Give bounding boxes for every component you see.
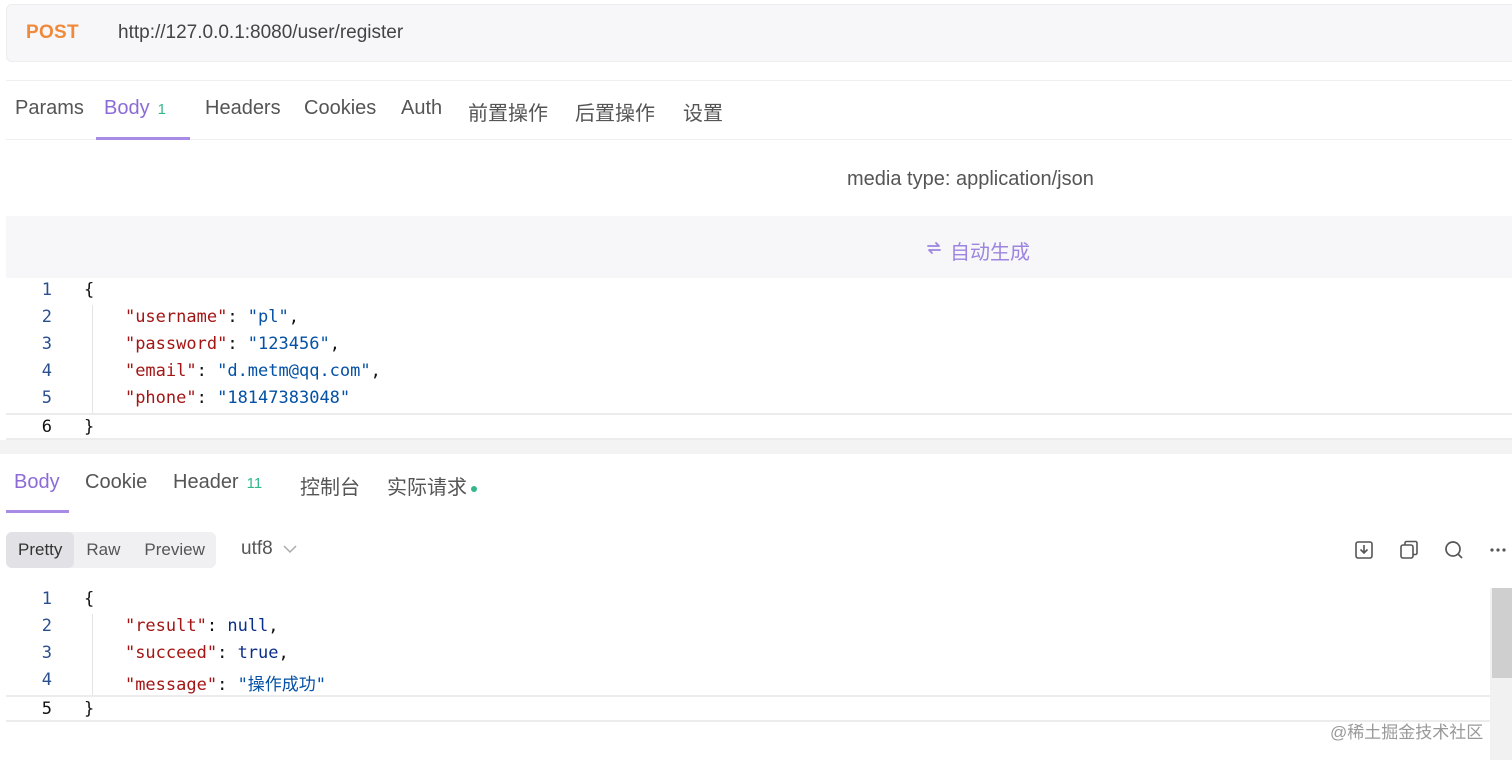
more-icon[interactable] bbox=[1487, 538, 1511, 562]
code-text: "email": "d.metm@qq.com", bbox=[124, 361, 381, 381]
code-text: } bbox=[84, 417, 95, 437]
response-tabs: Body Cookie Header 11 控制台 实际请求 bbox=[6, 456, 1512, 514]
request-tabs: Params Body 1 Headers Cookies Auth 前置操作 后… bbox=[6, 80, 1512, 140]
line-number: 2 bbox=[41, 307, 52, 327]
code-text: { bbox=[84, 280, 95, 300]
tab-settings[interactable]: 设置 bbox=[683, 97, 723, 126]
line-number: 3 bbox=[41, 643, 52, 663]
code-line: 4 "email": "d.metm@qq.com", bbox=[6, 361, 1512, 388]
status-dot bbox=[471, 485, 477, 492]
json-trail: , bbox=[268, 616, 279, 636]
json-trail: , bbox=[278, 643, 289, 663]
scrollbar-thumb[interactable] bbox=[1492, 588, 1512, 678]
code-line: 2 "username": "pl", bbox=[6, 307, 1512, 334]
resp-tab-actual-request[interactable]: 实际请求 bbox=[387, 471, 477, 500]
auto-generate-bar: 自动生成 bbox=[6, 216, 1512, 278]
line-number: 6 bbox=[41, 417, 52, 437]
tab-cookies[interactable]: Cookies bbox=[304, 97, 376, 120]
json-value: "18147383048" bbox=[217, 388, 351, 408]
json-key: "phone" bbox=[124, 388, 197, 408]
line-number: 3 bbox=[41, 334, 52, 354]
code-line: 3 "password": "123456", bbox=[6, 334, 1512, 361]
json-key: "email" bbox=[124, 361, 197, 381]
line-number: 4 bbox=[41, 670, 52, 690]
json-value: true bbox=[237, 643, 279, 663]
code-text: "password": "123456", bbox=[124, 334, 340, 354]
resp-tab-cookie[interactable]: Cookie bbox=[85, 471, 147, 494]
encoding-select[interactable]: utf8 bbox=[241, 538, 297, 560]
format-switch: Pretty Raw Preview bbox=[6, 532, 216, 568]
code-text: { bbox=[84, 589, 95, 609]
media-type-label: media type: application/json bbox=[847, 168, 1094, 190]
copy-icon[interactable] bbox=[1397, 538, 1421, 562]
download-icon[interactable] bbox=[1352, 538, 1376, 562]
json-key: "result" bbox=[124, 616, 207, 636]
json-value: "d.metm@qq.com" bbox=[217, 361, 371, 381]
json-key: "username" bbox=[124, 307, 228, 327]
resp-tab-header-count: 11 bbox=[246, 475, 263, 492]
active-tab-indicator bbox=[96, 137, 190, 140]
response-body-viewer[interactable]: 1 { 2 "result": null, 3 "succeed": true,… bbox=[6, 587, 1490, 760]
url-bar[interactable]: POST http://127.0.0.1:8080/user/register bbox=[6, 4, 1512, 62]
json-key: "succeed" bbox=[124, 643, 218, 663]
tab-body-count: 1 bbox=[157, 101, 166, 118]
line-number: 5 bbox=[41, 388, 52, 408]
search-icon[interactable] bbox=[1442, 538, 1466, 562]
pane-divider[interactable] bbox=[0, 440, 1512, 454]
request-body-editor[interactable]: 1 { 2 "username": "pl", 3 "password": "1… bbox=[6, 278, 1512, 440]
code-line: 2 "result": null, bbox=[6, 616, 1490, 643]
watermark: @稀土掘金技术社区 bbox=[1330, 723, 1484, 742]
tab-body-label: Body bbox=[104, 97, 150, 119]
chevron-down-icon bbox=[283, 541, 297, 557]
http-method-select[interactable]: POST bbox=[26, 22, 116, 44]
tab-post-actions[interactable]: 后置操作 bbox=[575, 97, 655, 126]
code-text: "username": "pl", bbox=[124, 307, 299, 327]
code-line: 5 "phone": "18147383048" bbox=[6, 388, 1512, 415]
code-line-current: 6 } bbox=[6, 413, 1512, 440]
resp-tab-console[interactable]: 控制台 bbox=[300, 471, 360, 500]
tab-body[interactable]: Body 1 bbox=[104, 97, 166, 120]
json-value: "pl" bbox=[247, 307, 289, 327]
line-number: 2 bbox=[41, 616, 52, 636]
resp-tab-header-label: Header bbox=[173, 471, 239, 493]
tab-headers[interactable]: Headers bbox=[205, 97, 281, 120]
json-value: "123456" bbox=[247, 334, 330, 354]
tab-auth[interactable]: Auth bbox=[401, 97, 442, 120]
json-key: "message" bbox=[124, 675, 218, 695]
code-text: "succeed": true, bbox=[124, 643, 289, 663]
resp-tab-actual-request-label: 实际请求 bbox=[387, 477, 467, 499]
code-line: 1 { bbox=[6, 280, 1512, 307]
json-key: "password" bbox=[124, 334, 228, 354]
resp-tab-body[interactable]: Body bbox=[14, 471, 60, 494]
code-line: 1 { bbox=[6, 589, 1490, 616]
code-text: } bbox=[84, 699, 95, 719]
code-text: "phone": "18147383048" bbox=[124, 388, 351, 408]
json-trail: , bbox=[370, 361, 381, 381]
refresh-icon bbox=[924, 239, 944, 263]
json-trail: , bbox=[329, 334, 340, 354]
format-raw[interactable]: Raw bbox=[74, 532, 132, 568]
format-preview[interactable]: Preview bbox=[132, 532, 216, 568]
format-pretty[interactable]: Pretty bbox=[6, 532, 75, 568]
code-text: "result": null, bbox=[124, 616, 279, 636]
tab-params[interactable]: Params bbox=[15, 97, 84, 120]
json-value: "操作成功" bbox=[237, 675, 327, 695]
code-line-current: 5 } bbox=[6, 695, 1490, 722]
auto-generate-label: 自动生成 bbox=[950, 242, 1030, 264]
code-line: 3 "succeed": true, bbox=[6, 643, 1490, 670]
resp-tab-header[interactable]: Header 11 bbox=[173, 471, 262, 494]
json-value: null bbox=[227, 616, 269, 636]
code-text: "message": "操作成功" bbox=[124, 675, 327, 695]
code-line: 4 "message": "操作成功" bbox=[6, 670, 1490, 697]
line-number: 5 bbox=[41, 699, 52, 719]
url-input[interactable]: http://127.0.0.1:8080/user/register bbox=[118, 22, 403, 44]
tab-pre-actions[interactable]: 前置操作 bbox=[468, 97, 548, 126]
auto-generate-button[interactable]: 自动生成 bbox=[924, 236, 1030, 265]
line-number: 1 bbox=[41, 589, 52, 609]
line-number: 4 bbox=[41, 361, 52, 381]
line-number: 1 bbox=[41, 280, 52, 300]
json-trail: , bbox=[288, 307, 299, 327]
encoding-value: utf8 bbox=[241, 538, 273, 559]
active-tab-indicator bbox=[6, 510, 69, 513]
